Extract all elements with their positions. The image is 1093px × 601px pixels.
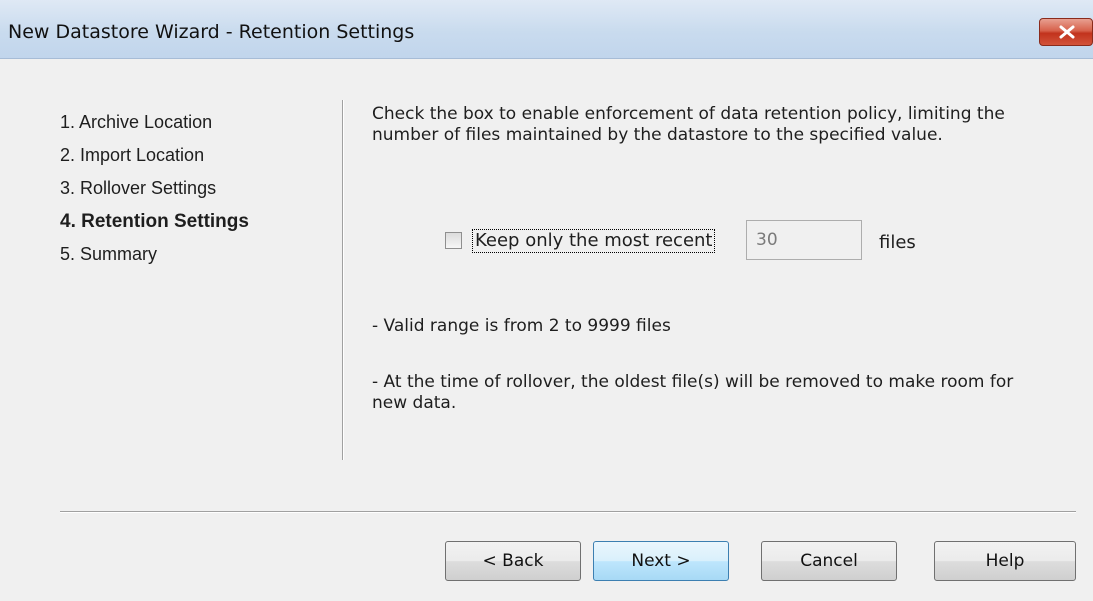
step-rollover-settings: 3. Rollover Settings <box>60 178 217 198</box>
description-text: Check the box to enable enforcement of d… <box>372 104 1005 145</box>
next-button[interactable]: Next > <box>593 541 729 581</box>
file-count-input[interactable] <box>746 220 862 260</box>
cancel-button[interactable]: Cancel <box>761 541 897 581</box>
back-button[interactable]: < Back <box>445 541 581 581</box>
rollover-note: - At the time of rollover, the oldest fi… <box>372 372 1014 413</box>
vertical-divider <box>342 100 344 460</box>
step-import-location: 2. Import Location <box>60 145 205 165</box>
title-bar: New Datastore Wizard - Retention Setting… <box>0 0 1093 59</box>
valid-range-note: - Valid range is from 2 to 9999 files <box>372 316 671 336</box>
close-button[interactable] <box>1039 18 1093 46</box>
files-unit-label: files <box>879 232 916 253</box>
close-icon <box>1059 25 1075 39</box>
keep-recent-label[interactable]: Keep only the most recent <box>472 229 716 253</box>
help-button[interactable]: Help <box>934 541 1076 581</box>
keep-recent-checkbox[interactable] <box>445 232 462 249</box>
step-retention-settings: 4. Retention Settings <box>60 211 249 232</box>
step-summary: 5. Summary <box>60 244 158 264</box>
window-title: New Datastore Wizard - Retention Setting… <box>8 21 415 43</box>
step-archive-location: 1. Archive Location <box>60 112 213 132</box>
keep-recent-label-text: Keep only the most recent <box>475 230 713 251</box>
horizontal-divider <box>60 511 1076 513</box>
